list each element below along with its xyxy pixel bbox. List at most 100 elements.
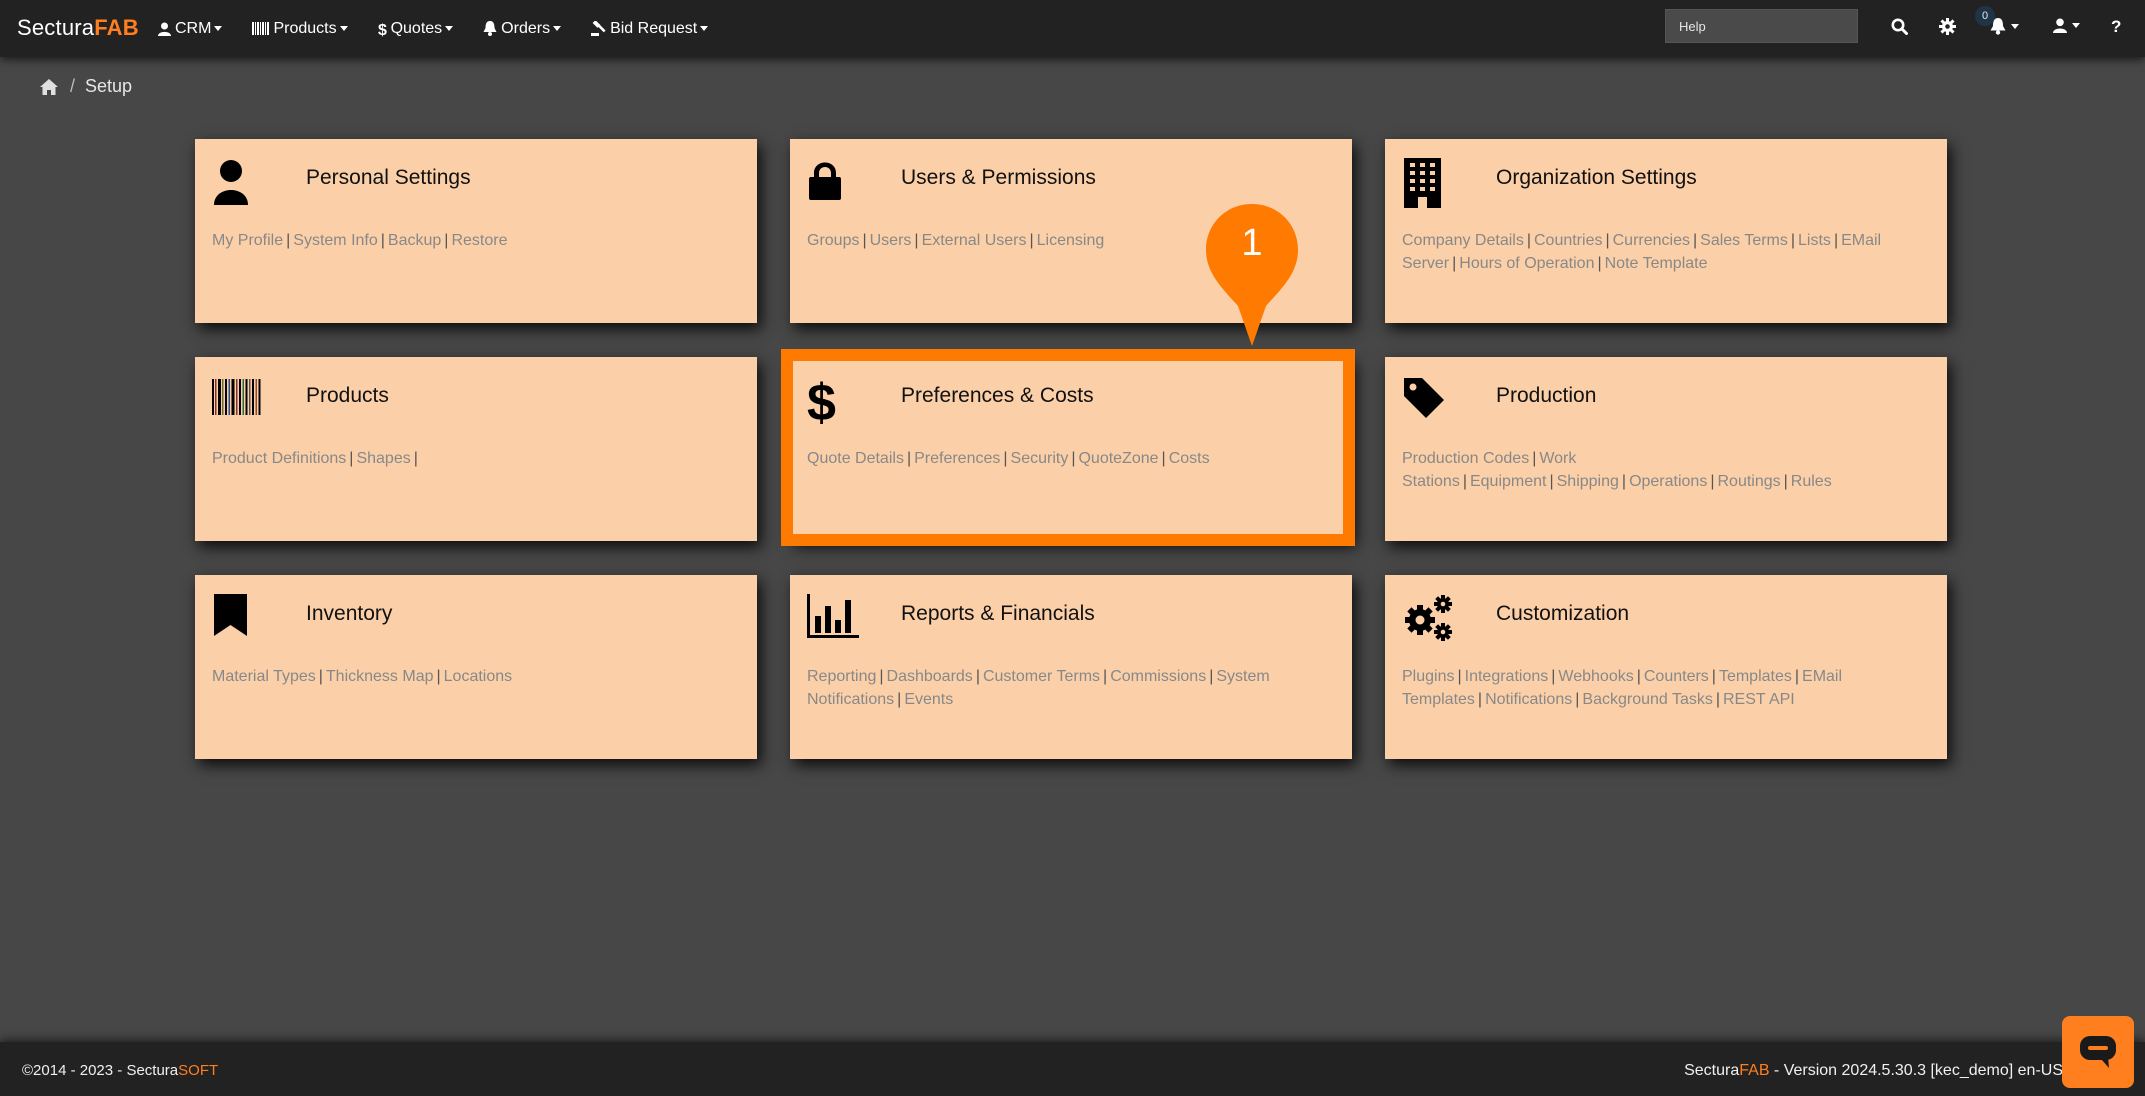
link-restore[interactable]: Restore [451, 232, 507, 249]
search-icon [1891, 18, 1908, 35]
building-icon [1404, 158, 1441, 208]
link-note-template[interactable]: Note Template [1605, 255, 1708, 272]
card-links: My Profile | System Info | Backup | Restore [212, 232, 508, 249]
link-thickness-map[interactable]: Thickness Map [326, 668, 434, 685]
card-title: Users & Permissions [901, 166, 1096, 189]
card-title: Personal Settings [306, 166, 471, 189]
link-notifications[interactable]: Notifications [1485, 691, 1572, 708]
link-events[interactable]: Events [904, 691, 953, 708]
link-external-users[interactable]: External Users [922, 232, 1027, 249]
lock-icon [809, 162, 841, 200]
chat-widget-button[interactable] [2062, 1016, 2134, 1088]
link-sales-terms[interactable]: Sales Terms [1700, 232, 1788, 249]
svg-text:$: $ [378, 22, 387, 37]
link-product-definitions[interactable]: Product Definitions [212, 450, 346, 467]
tutorial-highlight [781, 349, 1355, 546]
notifications-button[interactable] [1990, 18, 2019, 35]
bell-icon [483, 21, 497, 36]
link-lists[interactable]: Lists [1798, 232, 1831, 249]
link-backup[interactable]: Backup [388, 232, 441, 249]
link-company-details[interactable]: Company Details [1402, 232, 1524, 249]
card-production: Production Production Codes | Work Station… [1385, 357, 1947, 541]
top-navbar: SecturaFAB CRM Products $ Quotes Orders … [0, 0, 2145, 57]
nav-products[interactable]: Products [252, 19, 348, 38]
chevron-down-icon [445, 26, 454, 31]
link-users[interactable]: Users [870, 232, 912, 249]
card-links: Product Definitions | Shapes | [212, 450, 418, 467]
link-equipment[interactable]: Equipment [1470, 473, 1547, 490]
card-title: Reports & Financials [901, 602, 1095, 625]
link-templates[interactable]: Templates [1719, 668, 1792, 685]
link-my-profile[interactable]: My Profile [212, 232, 283, 249]
brand-logo[interactable]: SecturaFAB [17, 15, 139, 41]
user-icon [2053, 18, 2067, 33]
link-locations[interactable]: Locations [444, 668, 513, 685]
link-countries[interactable]: Countries [1534, 232, 1602, 249]
nav-orders-label: Orders [501, 19, 551, 37]
settings-button[interactable] [1939, 18, 1956, 35]
chevron-down-icon [553, 26, 562, 31]
link-integrations[interactable]: Integrations [1465, 668, 1549, 685]
card-personal-settings: Personal Settings My Profile | System Info… [195, 139, 757, 323]
card-title: Products [306, 384, 389, 407]
link-groups[interactable]: Groups [807, 232, 859, 249]
link-webhooks[interactable]: Webhooks [1558, 668, 1633, 685]
link-customer-terms[interactable]: Customer Terms [983, 668, 1100, 685]
card-title: Organization Settings [1496, 166, 1697, 189]
gavel-icon [591, 21, 606, 36]
link-material-types[interactable]: Material Types [212, 668, 316, 685]
link-production-codes[interactable]: Production Codes [1402, 450, 1529, 467]
bar-chart-icon [807, 594, 859, 638]
nav-crm[interactable]: CRM [158, 19, 223, 38]
card-links: Plugins | Integrations | Webhooks | Counters | T… [1402, 668, 1843, 708]
help-button[interactable]: ? [2111, 17, 2121, 34]
user-menu-button[interactable] [2053, 18, 2080, 33]
nav-quotes-label: Quotes [390, 19, 443, 37]
link-licensing[interactable]: Licensing [1037, 232, 1105, 249]
link-commissions[interactable]: Commissions [1110, 668, 1206, 685]
breadcrumb: / Setup [40, 76, 132, 97]
search-button[interactable] [1891, 18, 1908, 35]
card-title: Customization [1496, 602, 1630, 625]
link-routings[interactable]: Routings [1717, 473, 1780, 490]
card-organization-settings: Organization Settings Company Details | Co… [1385, 139, 1947, 323]
link-background-tasks[interactable]: Background Tasks [1582, 691, 1712, 708]
link-reporting[interactable]: Reporting [807, 668, 876, 685]
nav-quotes[interactable]: $ Quotes [378, 20, 454, 38]
link-operations[interactable]: Operations [1629, 473, 1707, 490]
tag-icon [1404, 378, 1444, 418]
version-info: SecturaFAB - Version 2024.5.30.3 [kec_de… [1684, 1062, 2063, 1079]
link-rest-api[interactable]: REST API [1723, 691, 1795, 708]
nav-products-label: Products [273, 19, 337, 37]
link-dashboards[interactable]: Dashboards [887, 668, 973, 685]
barcode-icon [212, 379, 261, 415]
chevron-down-icon [2072, 23, 2080, 28]
nav-bid-request-label: Bid Request [610, 19, 698, 37]
chevron-down-icon [2011, 24, 2019, 29]
nav-bid-request[interactable]: Bid Request [591, 19, 709, 38]
barcode-icon [252, 22, 270, 35]
chevron-down-icon [700, 26, 709, 31]
chevron-down-icon [214, 26, 223, 31]
link-system-info[interactable]: System Info [293, 232, 377, 249]
link-plugins[interactable]: Plugins [1402, 668, 1454, 685]
chat-icon [2080, 1036, 2116, 1068]
nav-crm-label: CRM [175, 19, 212, 37]
card-customization: Customization Plugins | Integrations | Webho… [1385, 575, 1947, 759]
link-hours-of-operation[interactable]: Hours of Operation [1459, 255, 1594, 272]
link-counters[interactable]: Counters [1644, 668, 1709, 685]
nav-orders[interactable]: Orders [483, 19, 562, 38]
bookmark-icon [214, 594, 247, 636]
main-nav: CRM Products $ Quotes Orders Bid Request [158, 0, 738, 57]
card-links: Reporting | Dashboards | Customer Terms | Comm… [807, 668, 1270, 708]
link-currencies[interactable]: Currencies [1613, 232, 1690, 249]
link-shapes[interactable]: Shapes [356, 450, 410, 467]
home-icon[interactable] [40, 78, 58, 95]
link-shipping[interactable]: Shipping [1557, 473, 1619, 490]
help-search-input[interactable] [1665, 9, 1858, 43]
card-links: Company Details | Countries | Currencies | Sal… [1402, 232, 1882, 272]
card-links: Material Types | Thickness Map | Locations [212, 668, 513, 685]
breadcrumb-current: Setup [85, 76, 133, 96]
breadcrumb-separator: / [70, 76, 76, 96]
link-rules[interactable]: Rules [1791, 473, 1832, 490]
